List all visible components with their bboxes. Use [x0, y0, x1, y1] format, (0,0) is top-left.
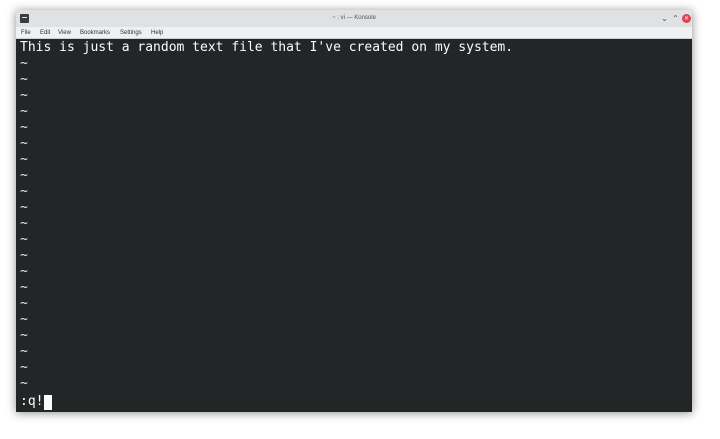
empty-line-marker: ~: [20, 360, 28, 375]
menu-help[interactable]: Help: [151, 29, 163, 37]
empty-line-marker: ~: [20, 120, 28, 135]
empty-line-marker: ~: [20, 248, 28, 263]
empty-line-marker: ~: [20, 216, 28, 231]
window-title: ~ : vi — Konsole: [332, 15, 376, 21]
empty-line-marker: ~: [20, 280, 28, 295]
empty-line-marker: ~: [20, 376, 28, 391]
empty-line-marker: ~: [20, 344, 28, 359]
maximize-button[interactable]: ⌃: [671, 14, 680, 23]
empty-line-marker: ~: [20, 200, 28, 215]
konsole-window: ~ : vi — Konsole ⌄ ⌃ ✕ File Edit View Bo…: [16, 10, 692, 412]
empty-line-marker: ~: [20, 168, 28, 183]
empty-line-marker: ~: [20, 72, 28, 87]
title-bar[interactable]: ~ : vi — Konsole ⌄ ⌃ ✕: [16, 10, 692, 27]
menu-settings[interactable]: Settings: [120, 29, 142, 37]
empty-line-marker: ~: [20, 184, 28, 199]
menu-bookmarks[interactable]: Bookmarks: [80, 29, 110, 37]
terminal-area[interactable]: This is just a random text file that I'v…: [16, 39, 692, 412]
text-cursor: [44, 395, 52, 410]
close-button[interactable]: ✕: [682, 14, 691, 23]
file-text-line: This is just a random text file that I'v…: [20, 40, 514, 55]
minimize-button[interactable]: ⌄: [660, 14, 669, 23]
menu-view[interactable]: View: [58, 29, 71, 37]
empty-line-marker: ~: [20, 136, 28, 151]
empty-line-marker: ~: [20, 104, 28, 119]
empty-line-marker: ~: [20, 152, 28, 167]
menu-edit[interactable]: Edit: [40, 29, 50, 37]
empty-line-marker: ~: [20, 296, 28, 311]
empty-line-marker: ~: [20, 312, 28, 327]
empty-line-marker: ~: [20, 328, 28, 343]
command-line: :q!: [20, 394, 44, 409]
menu-file[interactable]: File: [21, 29, 31, 37]
empty-line-marker: ~: [20, 88, 28, 103]
empty-line-marker: ~: [20, 56, 28, 71]
empty-line-marker: ~: [20, 264, 28, 279]
menu-bar: File Edit View Bookmarks Settings Help: [16, 27, 692, 39]
empty-line-marker: ~: [20, 232, 28, 247]
